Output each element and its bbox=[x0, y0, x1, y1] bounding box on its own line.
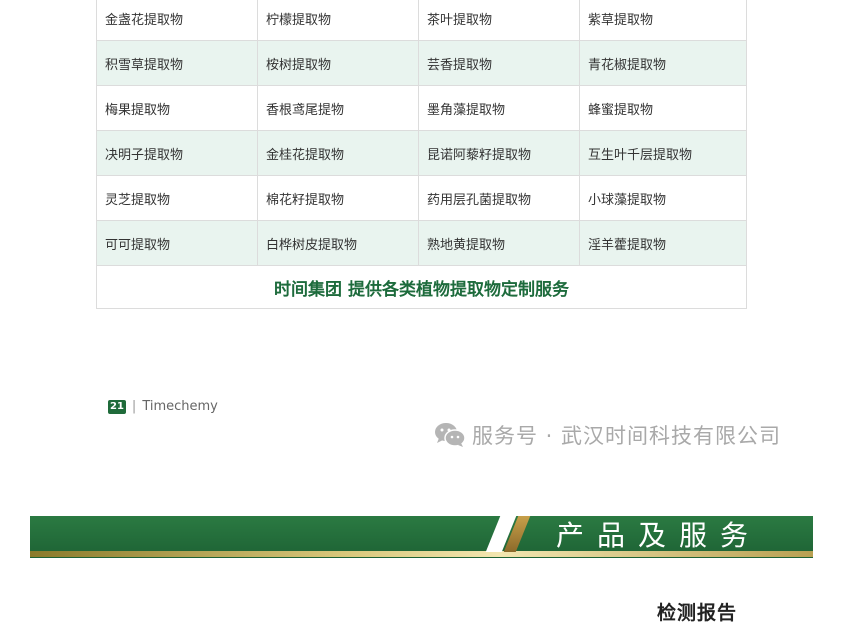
table-footer-row: 时间集团 提供各类植物提取物定制服务 bbox=[96, 265, 747, 309]
table-cell: 金桂花提取物 bbox=[257, 130, 419, 176]
table-cell: 蜂蜜提取物 bbox=[579, 85, 747, 131]
table-footer-text: 时间集团 提供各类植物提取物定制服务 bbox=[96, 265, 747, 309]
banner-title: 产品及服务 bbox=[556, 519, 762, 552]
table-cell: 茶叶提取物 bbox=[418, 0, 580, 41]
table-row: 金盏花提取物 柠檬提取物 茶叶提取物 紫草提取物 bbox=[96, 0, 747, 41]
table-cell: 香根鸢尾提物 bbox=[257, 85, 419, 131]
brand-name: Timechemy bbox=[142, 399, 218, 414]
plant-extracts-table: 金盏花提取物 柠檬提取物 茶叶提取物 紫草提取物 积雪草提取物 桉树提取物 芸香… bbox=[96, 0, 747, 309]
table-row: 积雪草提取物 桉树提取物 芸香提取物 青花椒提取物 bbox=[96, 40, 747, 86]
table-row: 决明子提取物 金桂花提取物 昆诺阿藜籽提取物 互生叶千层提取物 bbox=[96, 130, 747, 176]
table-row: 可可提取物 白桦树皮提取物 熟地黄提取物 淫羊藿提取物 bbox=[96, 220, 747, 266]
table-cell: 棉花籽提取物 bbox=[257, 175, 419, 221]
page-footer: 21 | Timechemy bbox=[108, 399, 218, 414]
table-cell: 熟地黄提取物 bbox=[418, 220, 580, 266]
table-cell: 梅果提取物 bbox=[96, 85, 258, 131]
table-cell: 可可提取物 bbox=[96, 220, 258, 266]
table-cell: 柠檬提取物 bbox=[257, 0, 419, 41]
table-cell: 决明子提取物 bbox=[96, 130, 258, 176]
table-cell: 芸香提取物 bbox=[418, 40, 580, 86]
table-cell: 青花椒提取物 bbox=[579, 40, 747, 86]
table-row: 梅果提取物 香根鸢尾提物 墨角藻提取物 蜂蜜提取物 bbox=[96, 85, 747, 131]
table-cell: 白桦树皮提取物 bbox=[257, 220, 419, 266]
table-cell: 小球藻提取物 bbox=[579, 175, 747, 221]
wechat-watermark: 服务号 · 武汉时间科技有限公司 bbox=[434, 420, 781, 450]
table-cell: 灵芝提取物 bbox=[96, 175, 258, 221]
table-cell: 淫羊藿提取物 bbox=[579, 220, 747, 266]
wechat-icon bbox=[434, 422, 466, 448]
table-cell: 积雪草提取物 bbox=[96, 40, 258, 86]
section-heading: 检测报告 bbox=[657, 602, 738, 624]
table-cell: 墨角藻提取物 bbox=[418, 85, 580, 131]
table-cell: 桉树提取物 bbox=[257, 40, 419, 86]
page-number: 21 bbox=[108, 399, 126, 414]
table-cell: 昆诺阿藜籽提取物 bbox=[418, 130, 580, 176]
watermark-text: 服务号 · 武汉时间科技有限公司 bbox=[472, 424, 782, 448]
table-cell: 紫草提取物 bbox=[579, 0, 747, 41]
table-cell: 互生叶千层提取物 bbox=[579, 130, 747, 176]
table-row: 灵芝提取物 棉花籽提取物 药用层孔菌提取物 小球藻提取物 bbox=[96, 175, 747, 221]
page-separator: | bbox=[131, 399, 137, 414]
table-cell: 药用层孔菌提取物 bbox=[418, 175, 580, 221]
table-cell: 金盏花提取物 bbox=[96, 0, 258, 41]
